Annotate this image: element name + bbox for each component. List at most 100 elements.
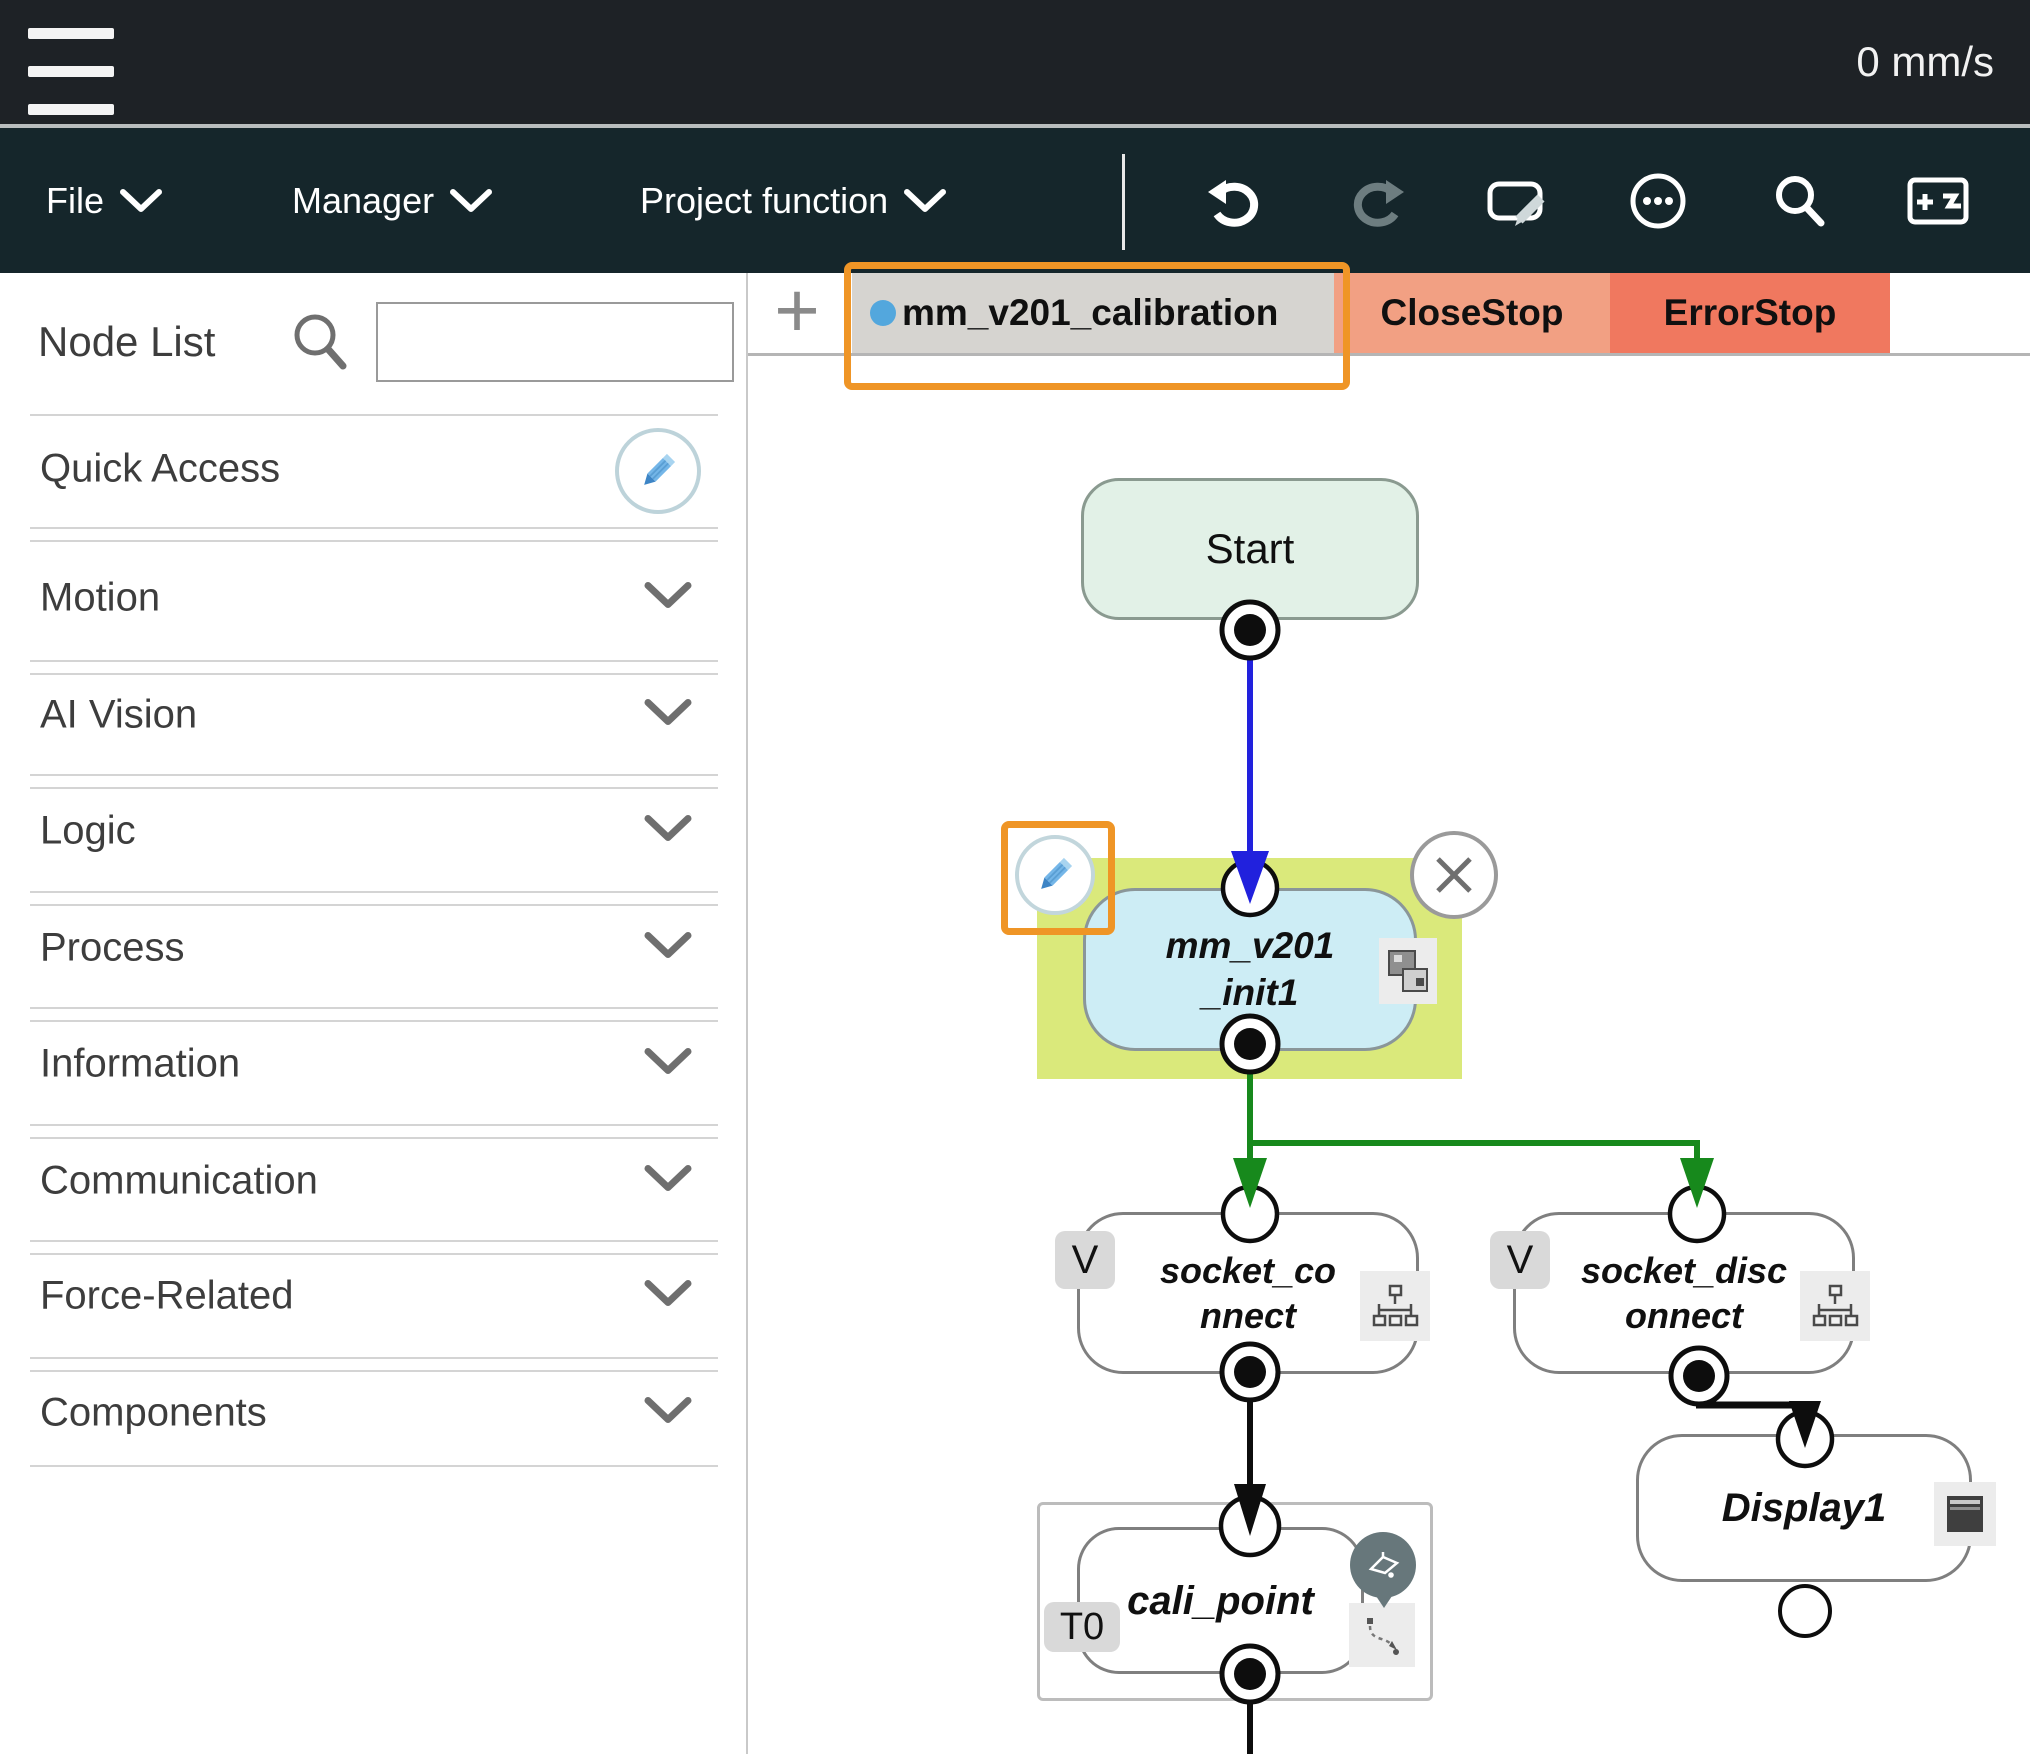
edit-node-pencil-icon[interactable]	[1015, 835, 1095, 915]
tab-active-dot-icon	[870, 300, 896, 326]
hamburger-bar	[28, 28, 114, 39]
top-bar: 0 mm/s	[0, 0, 2030, 128]
node-label: cali_point	[1091, 1576, 1351, 1626]
badge-label: T0	[1060, 1606, 1104, 1649]
menu-manager[interactable]: Manager	[292, 128, 492, 273]
badge-label: V	[1507, 1238, 1534, 1283]
robot-speed-indicator: 0 mm/s	[1856, 38, 1994, 86]
node-mm-v201-init1[interactable]: mm_v201_init1	[1083, 888, 1417, 1051]
node-list-sidebar: Node List Quick Access Motion AI Vision …	[0, 273, 748, 1754]
divider	[30, 891, 718, 893]
divider	[30, 774, 718, 776]
hamburger-bar	[28, 104, 114, 115]
display-icon	[1934, 1482, 1996, 1546]
divider	[30, 673, 718, 675]
chevron-down-icon	[120, 189, 162, 213]
chevron-down-icon[interactable]	[644, 1280, 692, 1313]
chevron-down-icon[interactable]	[644, 699, 692, 732]
divider	[30, 1007, 718, 1009]
comment-more-icon[interactable]	[1625, 168, 1691, 234]
divider	[30, 1240, 718, 1242]
sidebar-item-force-related[interactable]: Force-Related	[40, 1274, 293, 1319]
hamburger-menu-icon[interactable]	[28, 14, 128, 110]
node-display1[interactable]: Display1	[1636, 1434, 1972, 1582]
divider	[30, 1137, 718, 1139]
menu-project-function[interactable]: Project function	[640, 128, 946, 273]
point-manager-balloon-icon	[1350, 1532, 1416, 1598]
node-search-icon[interactable]	[288, 309, 352, 380]
tab-label: mm_v201_calibration	[902, 292, 1278, 334]
chevron-down-icon[interactable]	[644, 932, 692, 965]
divider	[30, 1253, 718, 1255]
quick-access-label: Quick Access	[40, 447, 280, 492]
sidebar-item-communication[interactable]: Communication	[40, 1159, 318, 1204]
node-badge-t0: T0	[1044, 1602, 1120, 1652]
subflow-image-icon	[1379, 938, 1437, 1004]
node-label: mm_v201_init1	[1160, 923, 1340, 1016]
edit-tag-icon[interactable]	[1485, 168, 1551, 234]
divider	[30, 1370, 718, 1372]
redo-icon[interactable]	[1346, 168, 1412, 234]
chevron-down-icon	[450, 189, 492, 213]
chevron-down-icon[interactable]	[644, 582, 692, 615]
sidebar-item-logic[interactable]: Logic	[40, 809, 136, 854]
search-icon[interactable]	[1767, 168, 1833, 234]
chevron-down-icon[interactable]	[644, 1397, 692, 1430]
sidebar-item-components[interactable]: Components	[40, 1391, 267, 1436]
divider	[30, 1357, 718, 1359]
port-display-out	[1780, 1586, 1830, 1636]
tab-errorstop[interactable]: ErrorStop	[1610, 273, 1890, 353]
path-point-icon	[1349, 1603, 1415, 1667]
node-badge-v: V	[1490, 1231, 1550, 1289]
node-cali-point[interactable]: cali_point	[1077, 1527, 1364, 1674]
delete-node-icon[interactable]	[1410, 831, 1498, 919]
chevron-down-icon	[904, 189, 946, 213]
node-label: Start	[1206, 523, 1295, 576]
tab-closestop[interactable]: CloseStop	[1334, 273, 1610, 353]
sidebar-item-process[interactable]: Process	[40, 926, 185, 971]
divider	[30, 1124, 718, 1126]
menu-bar: File Manager Project function	[0, 128, 2030, 273]
add-tab-button[interactable]: +	[762, 279, 832, 349]
chevron-down-icon[interactable]	[644, 815, 692, 848]
tab-label: ErrorStop	[1664, 292, 1837, 334]
badge-label: V	[1072, 1238, 1099, 1283]
arrowhead-green	[1233, 1158, 1267, 1208]
network-icon	[1800, 1271, 1870, 1341]
menu-manager-label: Manager	[292, 180, 434, 222]
toolbar-separator	[1122, 154, 1125, 250]
node-label: socket_disconnect	[1579, 1248, 1789, 1338]
tab-mm-v201-calibration[interactable]: mm_v201_calibration	[852, 273, 1334, 353]
arrowhead-green	[1680, 1158, 1714, 1208]
divider	[30, 660, 718, 662]
sidebar-item-ai-vision[interactable]: AI Vision	[40, 693, 197, 738]
node-search-input[interactable]	[376, 302, 734, 382]
divider	[30, 1465, 718, 1467]
node-badge-v: V	[1055, 1231, 1115, 1289]
node-start[interactable]: Start	[1081, 478, 1419, 620]
chevron-down-icon[interactable]	[644, 1048, 692, 1081]
divider	[30, 414, 718, 416]
divider	[30, 787, 718, 789]
node-label: Display1	[1722, 1483, 1887, 1533]
menu-project-function-label: Project function	[640, 180, 888, 222]
network-icon	[1360, 1271, 1430, 1341]
node-list-title: Node List	[38, 318, 215, 366]
view-adjust-icon[interactable]	[1905, 168, 1971, 234]
undo-icon[interactable]	[1200, 168, 1266, 234]
quick-access-edit-icon[interactable]	[615, 428, 701, 514]
divider	[30, 527, 718, 529]
divider	[30, 1020, 718, 1022]
hamburger-bar	[28, 66, 114, 77]
tab-label: CloseStop	[1381, 292, 1564, 334]
divider	[30, 904, 718, 906]
tmflow-app: 0 mm/s File Manager Project function	[0, 0, 2030, 1754]
sidebar-item-information[interactable]: Information	[40, 1042, 240, 1087]
menu-file[interactable]: File	[46, 128, 162, 273]
divider	[30, 540, 718, 542]
project-tab-bar: + mm_v201_calibration CloseStop ErrorSto…	[748, 273, 2030, 356]
sidebar-item-motion[interactable]: Motion	[40, 576, 160, 621]
flow-canvas[interactable]: Start mm_v201_init1 socket_connect V soc…	[748, 356, 2030, 1754]
chevron-down-icon[interactable]	[644, 1165, 692, 1198]
node-label: socket_connect	[1153, 1248, 1343, 1338]
